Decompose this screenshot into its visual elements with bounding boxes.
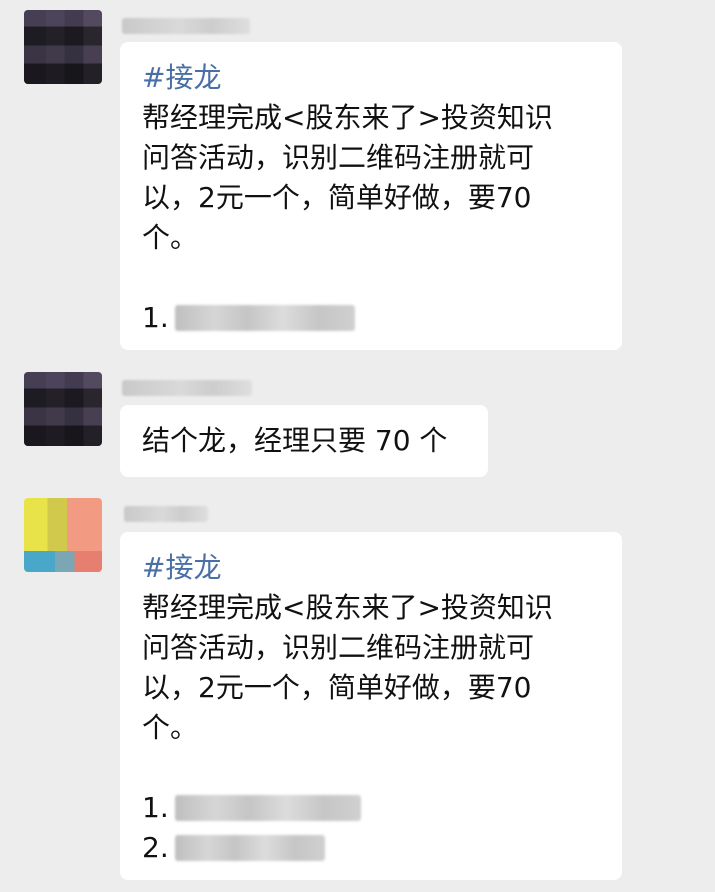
message-text-line: 以，2元一个，简单好做，要70 bbox=[142, 181, 532, 214]
message-text-line: 个。 bbox=[142, 711, 199, 744]
message-text-line: 帮经理完成<股东来了>投资知识 bbox=[142, 591, 553, 624]
message-text-line: 个。 bbox=[142, 221, 199, 254]
redacted-name bbox=[174, 305, 355, 331]
sender-name-redacted bbox=[122, 380, 252, 396]
list-item: 1. bbox=[142, 788, 600, 828]
message-text-line: 帮经理完成<股东来了>投资知识 bbox=[142, 101, 553, 134]
list-item-number: 2. bbox=[142, 831, 169, 864]
sender-name-redacted bbox=[122, 18, 250, 34]
message-text-line: 问答活动，识别二维码注册就可 bbox=[142, 631, 535, 664]
message-bubble[interactable]: #接龙 帮经理完成<股东来了>投资知识 问答活动，识别二维码注册就可 以，2元一… bbox=[120, 42, 622, 350]
list-item: 2. bbox=[142, 828, 600, 868]
redacted-name bbox=[174, 795, 361, 821]
list-item-number: 1. bbox=[142, 791, 169, 824]
jielong-tag[interactable]: #接龙 bbox=[142, 548, 600, 588]
sender-avatar[interactable] bbox=[24, 10, 102, 84]
sender-name-redacted bbox=[124, 506, 208, 522]
redacted-name bbox=[174, 835, 325, 861]
message-bubble[interactable]: #接龙 帮经理完成<股东来了>投资知识 问答活动，识别二维码注册就可 以，2元一… bbox=[120, 532, 622, 880]
list-item: 1. bbox=[142, 298, 600, 338]
message-bubble[interactable]: 结个龙，经理只要 70 个 bbox=[120, 405, 488, 477]
jielong-tag[interactable]: #接龙 bbox=[142, 58, 600, 98]
list-item-number: 1. bbox=[142, 301, 169, 334]
message-text: 结个龙，经理只要 70 个 bbox=[142, 424, 448, 457]
message-text-line: 以，2元一个，简单好做，要70 bbox=[142, 671, 532, 704]
sender-avatar[interactable] bbox=[24, 498, 102, 572]
sender-avatar[interactable] bbox=[24, 372, 102, 446]
message-text-line: 问答活动，识别二维码注册就可 bbox=[142, 141, 535, 174]
